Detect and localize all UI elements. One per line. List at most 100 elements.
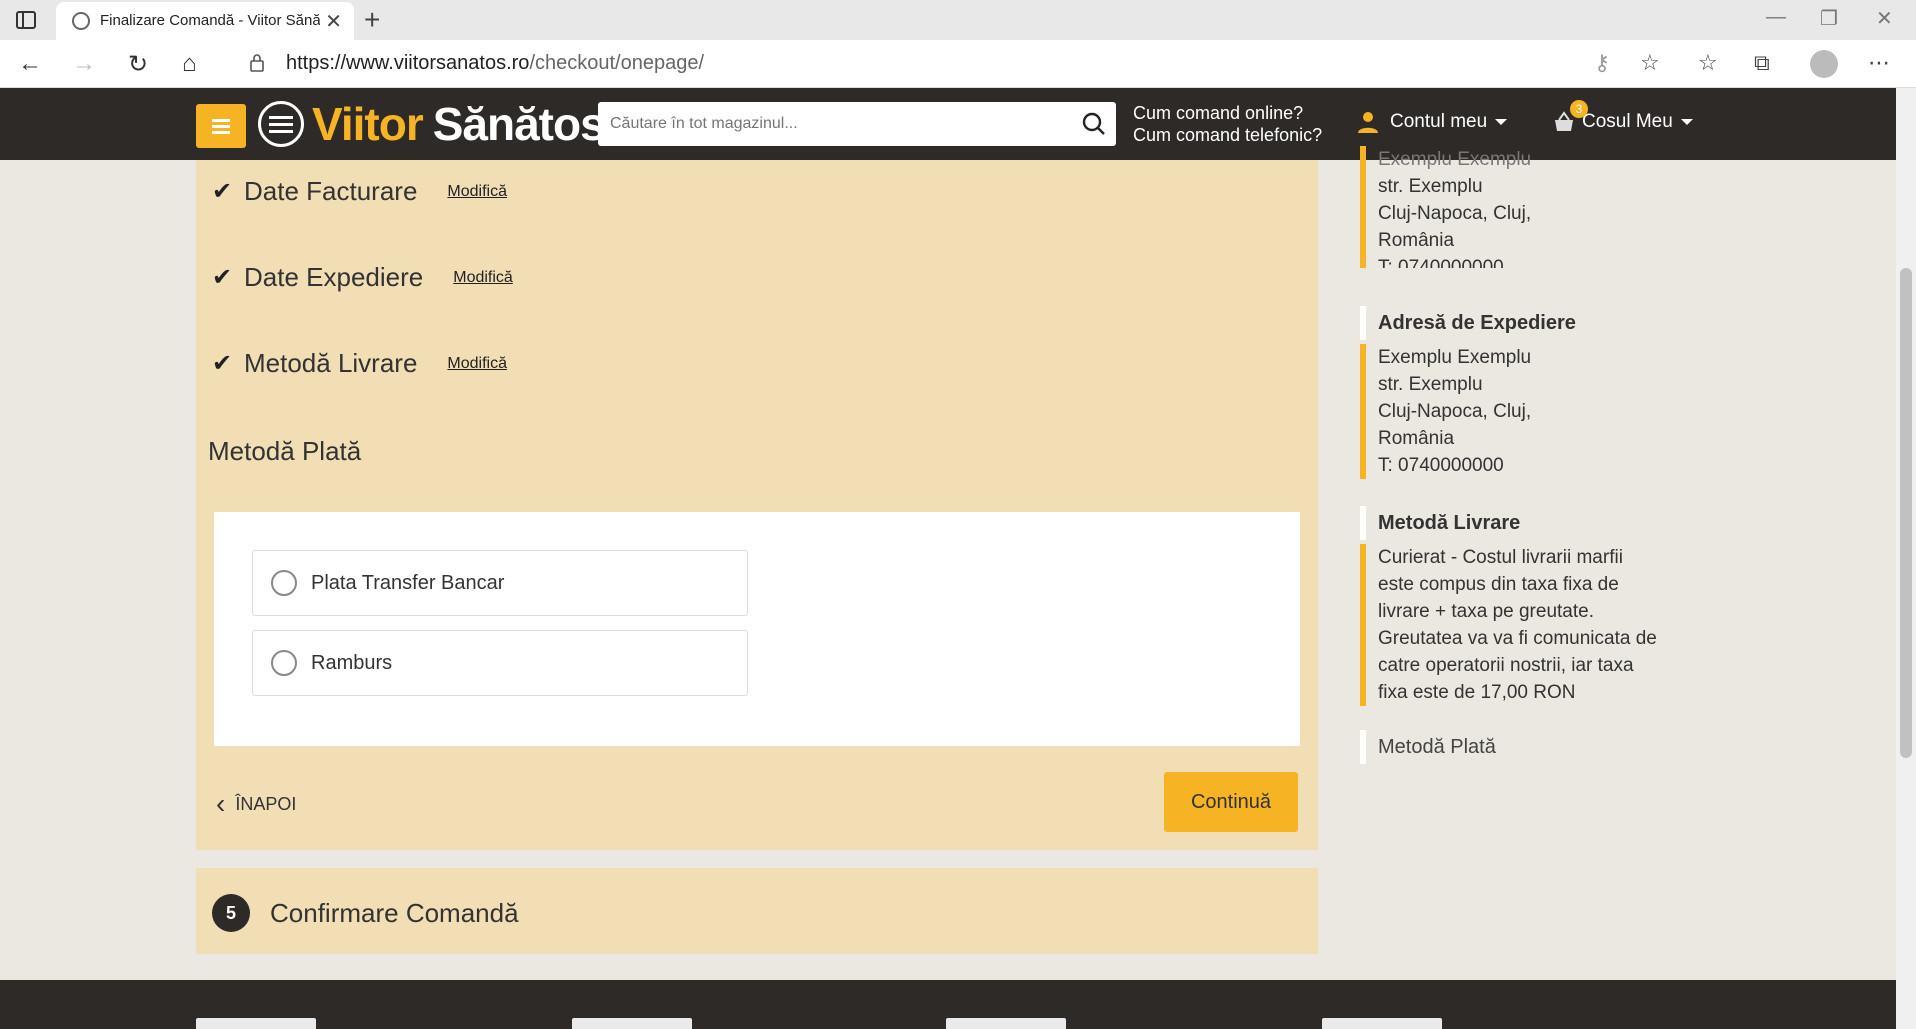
delivery-line: livrare + taxa pe greutate.: [1378, 601, 1594, 622]
continue-button[interactable]: Continuă: [1164, 772, 1298, 832]
back-arrow-icon[interactable]: ←: [18, 50, 42, 78]
minimize-icon[interactable]: —: [1766, 6, 1786, 29]
delivery-line: fixa este de 17,00 RON: [1378, 682, 1576, 703]
scrollbar-thumb[interactable]: [1900, 268, 1912, 758]
restore-icon[interactable]: ❐: [1820, 6, 1838, 31]
delivery-line: este compus din taxa fixa de: [1378, 574, 1619, 595]
done-step-delivery: ✔ Metodă Livrare Modifică: [212, 348, 507, 379]
step-label: Metodă Livrare: [244, 348, 418, 378]
footer-column-heading: [196, 1018, 316, 1029]
site-favicon-icon: [72, 12, 90, 30]
delivery-line: Greutatea va va fi comunicata de: [1378, 628, 1657, 649]
delivery-method-heading: Metodă Livrare: [1360, 506, 1520, 540]
delivery-line: Curierat - Costul livrarii marfii: [1378, 547, 1623, 568]
billing-line: Exemplu Exemplu: [1378, 149, 1532, 170]
logo-text-sanatos: Sănătos: [432, 98, 606, 150]
url-host: https://www.viitorsanatos.ro: [286, 52, 530, 74]
back-link[interactable]: ‹ ÎNAPOI: [216, 788, 296, 820]
shipping-line: str. Exemplu: [1378, 374, 1483, 395]
shipping-line: România: [1378, 428, 1455, 449]
search-input[interactable]: [598, 102, 1058, 146]
site-header: Viitor Sănătos Cum comand online? Cum co…: [0, 88, 1896, 160]
favorites-icon[interactable]: ☆: [1698, 50, 1718, 76]
new-tab-icon[interactable]: +: [364, 4, 380, 36]
shipping-line: Exemplu Exemplu: [1378, 347, 1532, 368]
step-number-badge: 5: [212, 894, 250, 932]
delivery-line: catre operatorii nostrii, iar taxa: [1378, 655, 1634, 676]
more-menu-icon[interactable]: ⋯: [1868, 50, 1890, 76]
menu-button[interactable]: [196, 104, 246, 148]
help-online-link[interactable]: Cum comand online?: [1133, 102, 1322, 124]
checkmark-icon: ✔: [212, 178, 233, 205]
confirm-step-panel[interactable]: 5 Confirmare Comandă: [196, 868, 1318, 954]
modify-delivery-link[interactable]: Modifică: [447, 355, 507, 373]
add-favorite-icon[interactable]: ☆: [1640, 50, 1660, 76]
url-path: /checkout/onepage/: [529, 52, 705, 74]
billing-line: str. Exemplu: [1378, 176, 1483, 197]
cart-label: Cosul Meu: [1582, 111, 1673, 132]
footer-column-heading: [946, 1018, 1066, 1029]
key-icon[interactable]: ⚷: [1594, 50, 1610, 76]
delivery-method-block: Curierat - Costul livrarii marfii este c…: [1360, 544, 1657, 706]
home-icon[interactable]: ⌂: [182, 50, 197, 78]
profile-avatar[interactable]: [1810, 50, 1838, 78]
done-step-shipping: ✔ Date Expediere Modifică: [212, 262, 513, 293]
page-scrollbar[interactable]: [1896, 88, 1916, 1029]
help-phone-link[interactable]: Cum comand telefonic?: [1133, 124, 1322, 146]
search-box: [598, 102, 1116, 146]
url-field[interactable]: https://www.viitorsanatos.ro/checkout/on…: [286, 52, 704, 75]
billing-line: Cluj-Napoca, Cluj,: [1378, 203, 1532, 224]
logo-text-viitor: Viitor: [312, 98, 424, 150]
browser-address-bar: ← → ↻ ⌂ https://www.viitorsanatos.ro/che…: [0, 40, 1916, 88]
search-icon[interactable]: [1082, 112, 1106, 136]
reload-icon[interactable]: ↻: [128, 50, 148, 79]
account-label: Contul meu: [1390, 111, 1488, 132]
site-logo[interactable]: Viitor Sănătos: [258, 98, 606, 150]
chevron-left-icon: ‹: [216, 788, 226, 819]
payment-option-label: Ramburs: [311, 651, 393, 674]
shipping-address-block: Exemplu Exemplu str. Exemplu Cluj-Napoca…: [1360, 344, 1531, 479]
payment-option-transfer[interactable]: Plata Transfer Bancar: [252, 550, 748, 616]
checkmark-icon: ✔: [212, 264, 233, 291]
billing-line: T: 0740000000: [1378, 257, 1504, 268]
chevron-down-icon: [1680, 119, 1693, 125]
chevron-down-icon: [1495, 119, 1508, 125]
collections-icon[interactable]: ⧉: [1754, 50, 1770, 76]
billing-line: România: [1378, 230, 1455, 251]
tab-actions-icon[interactable]: [14, 8, 38, 32]
billing-address-block: Exemplu Exemplu str. Exemplu Cluj-Napoca…: [1360, 146, 1531, 268]
payment-section-title: Metodă Plată: [208, 436, 362, 466]
forward-arrow-icon[interactable]: →: [72, 50, 96, 78]
checkmark-icon: ✔: [212, 350, 233, 377]
user-icon: [1358, 112, 1378, 133]
browser-tab[interactable]: Finalizare Comandă - Viitor Sănătos ✕: [56, 2, 354, 40]
lock-icon[interactable]: [250, 54, 264, 72]
step-label: Date Expediere: [244, 262, 424, 292]
footer-column-heading: [1322, 1018, 1442, 1029]
cart-menu[interactable]: 3 Cosul Meu: [1552, 100, 1693, 134]
back-label: ÎNAPOI: [235, 793, 297, 814]
payment-option-label: Plata Transfer Bancar: [311, 571, 505, 594]
shipping-line: T: 0740000000: [1378, 455, 1504, 476]
tab-close-icon[interactable]: ✕: [325, 9, 342, 34]
payment-method-heading: Metodă Plată: [1360, 730, 1496, 764]
radio-button[interactable]: [271, 650, 297, 676]
shipping-line: Cluj-Napoca, Cluj,: [1378, 401, 1532, 422]
site-footer: [0, 980, 1896, 1029]
modify-shipping-link[interactable]: Modifică: [453, 269, 513, 287]
radio-button[interactable]: [271, 570, 297, 596]
logo-mark-icon: [258, 101, 304, 147]
payment-options-box: Plata Transfer Bancar Ramburs: [214, 512, 1300, 746]
shipping-address-heading: Adresă de Expediere: [1360, 306, 1576, 340]
cart-count-badge: 3: [1570, 100, 1588, 118]
window-close-icon[interactable]: ✕: [1876, 6, 1893, 31]
done-step-billing: ✔ Date Facturare Modifică: [212, 176, 507, 207]
browser-tabbar: Finalizare Comandă - Viitor Sănătos ✕ + …: [0, 0, 1916, 40]
step-label: Date Facturare: [244, 176, 418, 206]
modify-billing-link[interactable]: Modifică: [447, 183, 507, 201]
help-links: Cum comand online? Cum comand telefonic?: [1133, 102, 1322, 146]
account-menu[interactable]: Contul meu: [1356, 110, 1508, 134]
footer-column-heading: [572, 1018, 692, 1029]
payment-option-ramburs[interactable]: Ramburs: [252, 630, 748, 696]
tab-title: Finalizare Comandă - Viitor Sănătos: [100, 12, 320, 29]
